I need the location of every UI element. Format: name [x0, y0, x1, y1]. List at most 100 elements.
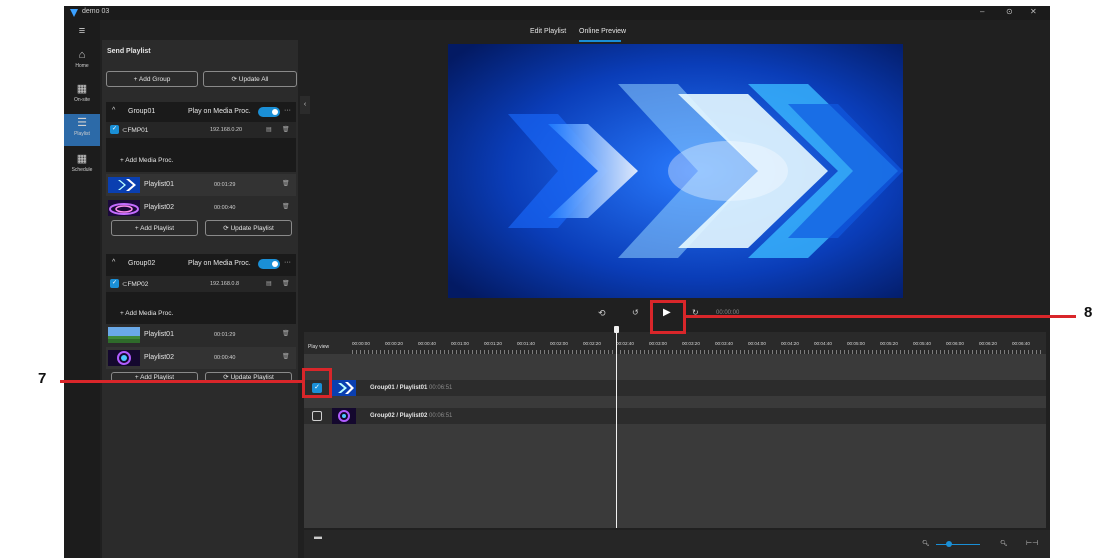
tick-label: 00:04:20 [781, 341, 799, 346]
track-title: Group02 / Playlist02 00:06:51 [370, 413, 453, 419]
timeline-panel: Play view 00:00:00 00:00:20 00:00:40 00:01:… [304, 326, 1046, 528]
media-processor-row[interactable]: ✓ ⊂FMP01 192.168.0.20 ▤ 🗑 [106, 122, 296, 138]
track-duration: 00:06:51 [429, 413, 453, 419]
playlist-duration: 00:01:29 [214, 332, 236, 338]
trash-icon[interactable]: 🗑 [282, 353, 290, 360]
rail-label-home: Home [75, 63, 89, 69]
play-on-proc-label: Play on Media Proc. [188, 260, 251, 267]
rewind-icon[interactable]: ↺ [632, 308, 639, 317]
zoom-in-icon[interactable]: 🔍︎ [1000, 540, 1008, 547]
callout-line-7 [60, 380, 303, 383]
group-card-2: ^ Group02 Play on Media Proc. ··· ✓ ⊂FMP… [106, 254, 296, 324]
track-row-1[interactable]: ✓ Group01 / Playlist01 00:06:51 [304, 380, 1046, 396]
playlist-thumbnail [108, 177, 140, 193]
panel-title: Send Playlist [107, 48, 151, 55]
playlist-name: Playlist02 [144, 204, 174, 211]
callout-box-7 [302, 368, 332, 398]
tick-label: 00:01:00 [451, 341, 469, 346]
tick-label: 00:02:00 [550, 341, 568, 346]
rail-item-onsite[interactable]: ▦ On-site [64, 80, 100, 110]
playlist-row[interactable]: Playlist01 00:01:29 🗑 [106, 174, 296, 196]
playlist-name: Playlist02 [144, 354, 174, 361]
play-on-proc-toggle[interactable] [258, 259, 280, 269]
track-duration: 00:06:51 [429, 385, 453, 391]
group-header[interactable]: ^ Group01 Play on Media Proc. ··· [106, 102, 296, 122]
playlist-name: Playlist01 [144, 331, 174, 338]
more-icon[interactable]: ··· [284, 107, 291, 114]
tab-online-preview[interactable]: Online Preview [579, 28, 626, 35]
menu-toggle-button[interactable]: ≡ [64, 22, 100, 42]
tick-label: 00:06:40 [1012, 341, 1030, 346]
time-ruler: Play view 00:00:00 00:00:20 00:00:40 00:01:… [304, 332, 1046, 354]
callout-line-8 [686, 315, 1076, 318]
track-thumbnail [332, 380, 356, 396]
zoom-slider-handle[interactable] [946, 541, 952, 547]
title-bar: demo 03 – ⊙ ✕ [64, 6, 1050, 20]
trash-icon[interactable]: 🗑 [282, 126, 290, 133]
add-media-proc-link[interactable]: + Add Media Proc. [120, 310, 173, 317]
info-icon[interactable]: ▤ [266, 280, 272, 287]
trash-icon[interactable]: 🗑 [282, 280, 290, 287]
tick-label: 00:03:00 [649, 341, 667, 346]
playlist-duration: 00:00:40 [214, 355, 236, 361]
play-on-proc-label: Play on Media Proc. [188, 108, 251, 115]
trash-icon[interactable]: 🗑 [282, 203, 290, 210]
add-media-proc-link[interactable]: + Add Media Proc. [120, 157, 173, 164]
tick-label: 00:02:40 [616, 341, 634, 346]
minimize-button[interactable]: – [980, 7, 984, 16]
playlist-name: Playlist01 [144, 181, 174, 188]
info-icon[interactable]: ▤ [266, 126, 272, 133]
playhead-handle[interactable] [614, 326, 619, 333]
processor-checkbox[interactable]: ✓ [110, 125, 119, 134]
loop-icon[interactable]: ⟲ [598, 308, 606, 319]
zoom-out-icon[interactable]: 🔍︎ [922, 540, 930, 547]
playhead[interactable] [614, 326, 619, 528]
playlist-row[interactable]: Playlist01 00:01:29 🗑 [106, 324, 296, 346]
add-playlist-button[interactable]: + Add Playlist [111, 220, 198, 236]
play-view-label: Play view [308, 344, 330, 350]
add-group-button[interactable]: + Add Group [106, 71, 198, 87]
callout-number-7: 7 [38, 370, 47, 387]
online-preview-canvas [448, 44, 903, 298]
rail-label-playlist: Playlist [74, 131, 90, 137]
minus-icon[interactable]: ▬ [314, 532, 322, 541]
track-thumbnail [332, 408, 356, 424]
tick-label: 00:03:20 [682, 341, 700, 346]
rail-item-schedule[interactable]: ▦ Schedule [64, 150, 100, 180]
chevron-up-icon[interactable]: ^ [112, 259, 115, 266]
close-button[interactable]: ✕ [1030, 7, 1037, 16]
tick-label: 00:02:20 [583, 341, 601, 346]
group-name: Group02 [128, 260, 156, 267]
tick-label: 00:04:00 [748, 341, 766, 346]
processor-checkbox[interactable]: ✓ [110, 279, 119, 288]
tick-label: 00:04:40 [814, 341, 832, 346]
restore-button[interactable]: ⊙ [1006, 7, 1013, 16]
trash-icon[interactable]: 🗑 [282, 180, 290, 187]
playlist-row[interactable]: Playlist02 00:00:40 🗑 [106, 347, 296, 369]
rail-label-schedule: Schedule [71, 167, 93, 173]
rail-item-playlist[interactable]: ☰ Playlist [64, 114, 100, 146]
more-icon[interactable]: ··· [284, 259, 291, 266]
group-name: Group01 [128, 108, 156, 115]
media-processor-row[interactable]: ✓ ⊂FMP02 192.168.0.8 ▤ 🗑 [106, 276, 296, 292]
track-row-2[interactable]: Group02 / Playlist02 00:06:51 [304, 408, 1046, 424]
grid-icon: ▦ [76, 83, 88, 95]
track-checkbox[interactable] [312, 411, 322, 421]
play-on-proc-toggle[interactable] [258, 107, 280, 117]
tick-label: 00:06:00 [946, 341, 964, 346]
processor-ip: 192.168.0.20 [210, 127, 243, 133]
app-title: demo 03 [82, 8, 110, 15]
update-playlist-button[interactable]: ⟳ Update Playlist [205, 220, 292, 236]
playlist-row[interactable]: Playlist02 00:00:40 🗑 [106, 197, 296, 219]
collapse-panel-button[interactable]: ‹ [300, 96, 310, 114]
fit-width-icon[interactable]: ⊢⊣ [1026, 539, 1038, 547]
playlist-thumbnail [108, 350, 140, 366]
chevron-up-icon[interactable]: ^ [112, 107, 115, 114]
tab-edit-playlist[interactable]: Edit Playlist [530, 28, 566, 35]
rail-item-home[interactable]: ⌂ Home [64, 46, 100, 76]
group-header[interactable]: ^ Group02 Play on Media Proc. ··· [106, 254, 296, 274]
active-tab-indicator [579, 40, 621, 42]
zoom-slider-track[interactable] [936, 544, 980, 545]
update-all-button[interactable]: ⟳ Update All [203, 71, 297, 87]
trash-icon[interactable]: 🗑 [282, 330, 290, 337]
